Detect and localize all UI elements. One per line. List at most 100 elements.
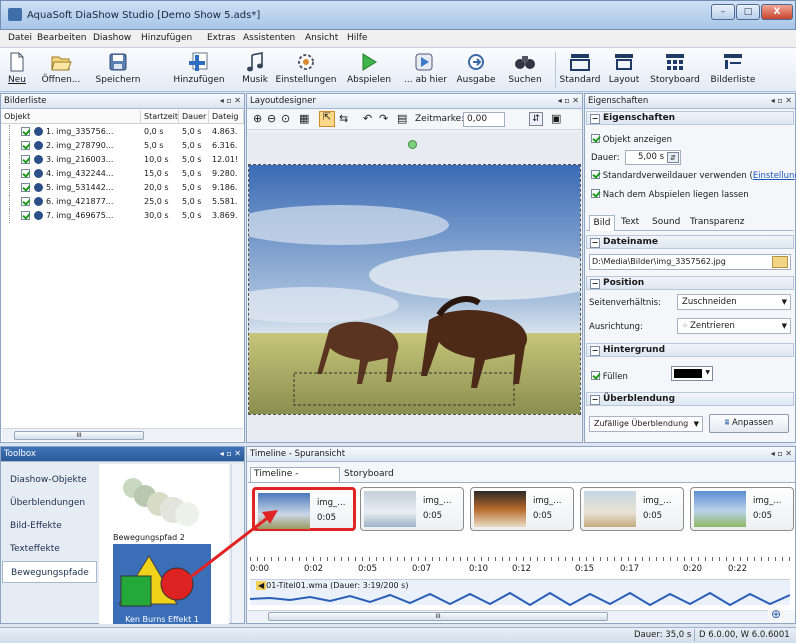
menu-bearbeiten[interactable]: Bearbeiten — [37, 33, 86, 43]
standard-view-button[interactable]: Standard — [558, 50, 602, 90]
pane-controls[interactable]: ◂ ▫ ✕ — [220, 447, 241, 461]
menu-hilfe[interactable]: Hilfe — [347, 33, 367, 43]
slide-canvas[interactable] — [248, 132, 581, 442]
liegen-lassen-checkbox[interactable]: Nach dem Abspielen liegen lassen — [591, 189, 749, 200]
thumbnail-2[interactable]: img_... 0:05 — [360, 487, 464, 531]
table-row[interactable]: 2. img_278790... 5,0 s 5,0 s 6.316. — [1, 139, 245, 153]
row-checkbox[interactable] — [21, 168, 30, 182]
toolbox-ueberblendungen[interactable]: Überblendungen — [2, 492, 97, 514]
menu-extras[interactable]: Extras — [207, 33, 235, 43]
suchen-button[interactable]: Suchen — [506, 50, 544, 90]
spin-icon[interactable]: ⇵ — [667, 152, 679, 163]
row-checkbox[interactable] — [21, 196, 30, 210]
rotate-left-icon[interactable]: ↶ — [363, 112, 372, 125]
seitenverhaeltnis-select[interactable]: Zuschneiden ▼ — [677, 294, 791, 310]
thumbnail-5[interactable]: img_... 0:05 — [690, 487, 794, 531]
row-checkbox[interactable] — [21, 140, 30, 154]
audio-track[interactable]: ◀ 01-Titel01.wma (Dauer: 3:19/200 s) — [250, 579, 790, 606]
thumbnail-4[interactable]: img_... 0:05 — [580, 487, 684, 531]
zoom-timeline-icon[interactable]: ⊕ — [771, 607, 781, 621]
row-checkbox[interactable] — [21, 182, 30, 196]
save-frame-icon[interactable]: ▣ — [551, 112, 561, 125]
table-row[interactable]: 3. img_216003... 10,0 s 5,0 s 12.01! — [1, 153, 245, 167]
grid-icon[interactable]: ▦ — [299, 112, 309, 125]
table-row[interactable]: 7. img_469675... 30,0 s 5,0 s 3.869. — [1, 209, 245, 223]
menu-ansicht[interactable]: Ansicht — [305, 33, 338, 43]
section-position[interactable]: Position — [586, 276, 794, 290]
thumbnail-3[interactable]: img_... 0:05 — [470, 487, 574, 531]
toolbox-bewegungspfade[interactable]: Bewegungspfade — [2, 561, 97, 583]
section-hintergrund[interactable]: Hintergrund — [586, 343, 794, 357]
pane-controls[interactable]: ◂ ▫ ✕ — [771, 94, 792, 108]
toolbox-bild-effekte[interactable]: Bild-Effekte — [2, 515, 97, 537]
tab-transparenz[interactable]: Transparenz — [690, 217, 744, 227]
col-objekt[interactable]: Objekt — [1, 110, 141, 124]
zoom-out-icon[interactable]: ⊖ — [267, 112, 276, 125]
table-row[interactable]: 6. img_421877... 25,0 s 5,0 s 5.581. — [1, 195, 245, 209]
storyboard-view-button[interactable]: Storyboard — [648, 50, 702, 90]
fill-color-picker[interactable]: ▼ — [671, 366, 713, 381]
objekt-anzeigen-checkbox[interactable]: Objekt anzeigen — [591, 134, 672, 145]
table-row[interactable]: 1. img_335756... 0,0 s 5,0 s 4.863. — [1, 125, 245, 139]
select-tool-icon[interactable]: ⇱ — [319, 111, 335, 127]
minimize-button[interactable]: – — [711, 4, 735, 20]
ueberblendung-select[interactable]: Zufällige Überblendung ▼ — [589, 416, 703, 432]
row-checkbox[interactable] — [21, 154, 30, 168]
pane-controls[interactable]: ◂ ▫ ✕ — [220, 94, 241, 108]
section-dateiname[interactable]: Dateiname — [586, 235, 794, 249]
fuellen-checkbox[interactable]: Füllen — [591, 371, 628, 382]
dauer-input[interactable]: 5,00 s ⇵ — [625, 150, 681, 165]
toolbox-vscrollbar[interactable] — [231, 464, 244, 623]
maximize-button[interactable]: □ — [736, 4, 760, 20]
pane-controls[interactable]: ◂ ▫ ✕ — [771, 447, 792, 461]
rotate-handle[interactable] — [408, 140, 417, 149]
musik-button[interactable]: Musik — [240, 50, 270, 90]
zoom-fit-icon[interactable]: ⊙ — [281, 112, 290, 125]
browse-folder-icon[interactable] — [772, 256, 788, 268]
tab-storyboard[interactable]: Storyboard — [344, 469, 394, 479]
bilderliste-view-button[interactable]: Bilderliste — [708, 50, 758, 90]
close-button[interactable]: X — [761, 4, 793, 20]
section-eigenschaften[interactable]: Eigenschaften — [586, 111, 794, 125]
einstellungen-link[interactable]: Einstellungen — [753, 171, 796, 181]
col-dauer[interactable]: Dauer — [179, 110, 209, 124]
tab-sound[interactable]: Sound — [652, 217, 680, 227]
anpassen-button[interactable]: ⩩ Anpassen — [709, 414, 789, 433]
einstellungen-button[interactable]: Einstellungen — [274, 50, 338, 90]
section-ueberblendung[interactable]: Überblendung — [586, 392, 794, 406]
hinzufuegen-button[interactable]: Hinzufügen — [170, 50, 228, 90]
menu-datei[interactable]: Datei — [8, 33, 32, 43]
zoom-in-icon[interactable]: ⊕ — [253, 112, 262, 125]
scroll-thumb[interactable]: III — [268, 612, 608, 621]
row-checkbox[interactable] — [21, 210, 30, 224]
layout-view-button[interactable]: Layout — [606, 50, 642, 90]
dateiname-input[interactable]: D:\Media\Bilder\img_3357562.jpg — [589, 254, 791, 270]
table-row[interactable]: 4. img_432244... 15,0 s 5,0 s 9.280. — [1, 167, 245, 181]
motion-path-thumbnail[interactable] — [115, 468, 205, 536]
col-dateig[interactable]: Dateig — [209, 110, 244, 124]
selection-frame[interactable] — [248, 164, 581, 415]
standardverweildauer-checkbox[interactable]: Standardverweildauer verwenden (Einstell… — [591, 170, 796, 181]
speichern-button[interactable]: Speichern — [90, 50, 146, 90]
toolbox-texteffekte[interactable]: Texteffekte — [2, 538, 97, 560]
tab-spuransicht[interactable]: Timeline - Spuransicht — [250, 467, 340, 492]
abspielen-button[interactable]: Abspielen — [346, 50, 392, 90]
row-checkbox[interactable] — [21, 126, 30, 140]
oeffnen-button[interactable]: Öffnen... — [36, 50, 86, 90]
pane-controls[interactable]: ◂ ▫ ✕ — [558, 94, 579, 108]
ausgabe-button[interactable]: Ausgabe — [456, 50, 496, 90]
motion-tool-icon[interactable]: ⇆ — [339, 112, 348, 125]
menu-diashow[interactable]: Diashow — [93, 33, 131, 43]
time-ruler[interactable]: 0:00 0:02 0:05 0:07 0:10 0:12 0:15 0:17 … — [250, 557, 790, 579]
zeitmarke-input[interactable]: 0,00 — [463, 112, 505, 127]
thumbnail-1[interactable]: img_... 0:05 — [252, 487, 356, 531]
timeline-hscrollbar[interactable]: III — [248, 610, 768, 622]
table-row[interactable]: 5. img_531442... 20,0 s 5,0 s 9.186. — [1, 181, 245, 195]
col-startzeit[interactable]: Startzeit — [141, 110, 179, 124]
menu-hinzufuegen[interactable]: Hinzufügen — [141, 33, 192, 43]
list-hscrollbar[interactable]: III — [2, 428, 243, 441]
ausrichtung-select[interactable]: ⁘ Zentrieren ▼ — [677, 318, 791, 334]
toolbox-diashow-objekte[interactable]: Diashow-Objekte — [2, 469, 97, 491]
menu-assistenten[interactable]: Assistenten — [243, 33, 295, 43]
scroll-thumb[interactable]: III — [14, 431, 144, 440]
